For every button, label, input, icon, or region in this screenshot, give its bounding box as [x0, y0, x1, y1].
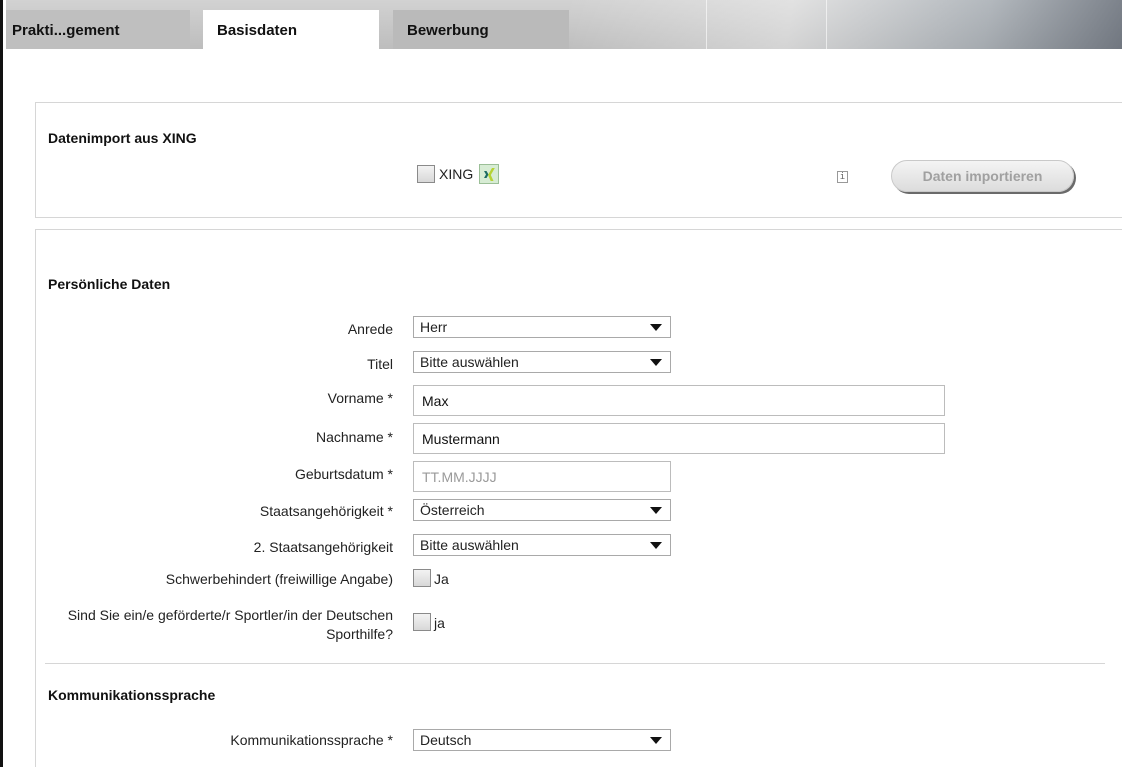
xing-checkbox-group: XING — [417, 164, 500, 184]
staatsangehoerigkeit-select[interactable]: Österreich — [413, 499, 671, 521]
sporthilfe-label: Sind Sie ein/e geförderte/r Sportler/in … — [67, 607, 393, 642]
geburtsdatum-label: Geburtsdatum * — [294, 466, 393, 482]
kommunikationssprache-select[interactable]: Deutsch — [413, 729, 671, 751]
personal-section-title: Persönliche Daten — [48, 276, 171, 292]
staatsangehoerigkeit-select-value: Österreich — [420, 502, 485, 518]
sporthilfe-checkbox-group: ja — [413, 613, 445, 631]
kommunikationssprache-select-value: Deutsch — [420, 732, 472, 748]
info-icon[interactable]: i — [837, 171, 848, 183]
schwerbehindert-checkbox[interactable] — [413, 569, 431, 587]
xing-logo-icon — [479, 164, 500, 184]
vorname-input[interactable] — [413, 385, 945, 416]
chevron-down-icon — [650, 507, 662, 514]
chevron-down-icon — [650, 324, 662, 331]
nachname-label: Nachname * — [315, 429, 393, 445]
titel-select-value: Bitte auswählen — [420, 354, 519, 370]
header-decoration-line — [706, 0, 707, 49]
second-staatsangehoerigkeit-label: 2. Staatsangehörigkeit — [253, 539, 393, 555]
anrede-select-value: Herr — [420, 319, 448, 335]
xing-section-title: Datenimport aus XING — [48, 130, 197, 146]
nachname-input[interactable] — [413, 423, 945, 454]
import-data-button[interactable]: Daten importieren — [891, 160, 1074, 192]
vorname-label: Vorname * — [327, 390, 393, 406]
xing-import-panel: Datenimport aus XING XING i Daten import… — [35, 102, 1122, 218]
sporthilfe-option-label: ja — [434, 615, 445, 631]
communication-section-title: Kommunikationssprache — [48, 687, 216, 703]
second-staatsangehoerigkeit-select-value: Bitte auswählen — [420, 537, 519, 553]
anrede-label: Anrede — [347, 321, 393, 337]
schwerbehindert-checkbox-group: Ja — [413, 569, 449, 587]
section-divider — [45, 663, 1105, 664]
personal-data-panel: Persönliche Daten Anrede Herr Titel Bitt… — [35, 229, 1122, 767]
schwerbehindert-option-label: Ja — [434, 571, 449, 587]
xing-checkbox[interactable] — [417, 165, 435, 183]
titel-select[interactable]: Bitte auswählen — [413, 351, 671, 373]
application-frame: Prakti...gement Basisdaten Bewerbung Dat… — [0, 0, 1122, 767]
tab-bar: Prakti...gement Basisdaten Bewerbung — [6, 0, 1122, 49]
xing-checkbox-label: XING — [439, 166, 474, 182]
schwerbehindert-label: Schwerbehindert (freiwillige Angabe) — [165, 571, 393, 587]
chevron-down-icon — [650, 737, 662, 744]
tab-bewerbung[interactable]: Bewerbung — [393, 10, 569, 49]
anrede-select[interactable]: Herr — [413, 316, 671, 338]
chevron-down-icon — [650, 542, 662, 549]
tab-basisdaten[interactable]: Basisdaten — [203, 10, 379, 49]
geburtsdatum-input[interactable] — [413, 461, 671, 492]
chevron-down-icon — [650, 359, 662, 366]
tab-praktikum-management[interactable]: Prakti...gement — [6, 10, 190, 49]
staatsangehoerigkeit-label: Staatsangehörigkeit * — [259, 503, 393, 519]
header-decoration-line — [826, 0, 827, 49]
kommunikationssprache-label: Kommunikationssprache * — [230, 732, 393, 748]
titel-label: Titel — [367, 356, 393, 372]
second-staatsangehoerigkeit-select[interactable]: Bitte auswählen — [413, 534, 671, 556]
sporthilfe-checkbox[interactable] — [413, 613, 431, 631]
header-decoration — [565, 0, 1122, 49]
